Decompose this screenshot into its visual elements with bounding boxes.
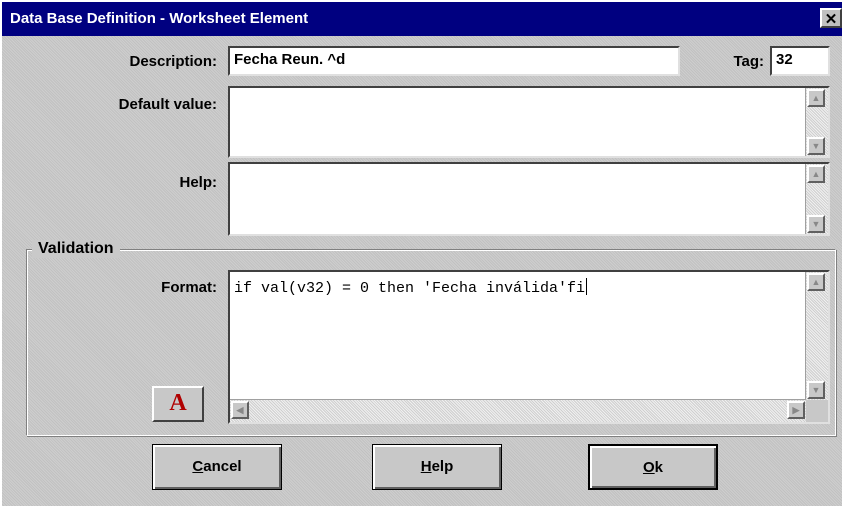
ok-mnemonic: O (642, 459, 655, 476)
description-input[interactable]: Fecha Reun. ^d (228, 46, 680, 76)
scroll-up-icon[interactable]: ▲ (807, 273, 825, 291)
scroll-down-icon[interactable]: ▼ (807, 137, 825, 155)
default-value-textarea[interactable]: ▲ ▼ (228, 86, 830, 158)
format-textarea[interactable]: if val(v32) = 0 then 'Fecha inválida'fi … (228, 270, 830, 424)
help-button[interactable]: Help (372, 444, 502, 490)
cancel-label-rest: ancel (203, 458, 242, 475)
ok-button[interactable]: Ok (588, 444, 718, 490)
cancel-mnemonic: C (192, 458, 204, 475)
scroll-up-icon[interactable]: ▲ (807, 89, 825, 107)
scroll-up-icon[interactable]: ▲ (807, 165, 825, 183)
scroll-down-icon[interactable]: ▼ (807, 381, 825, 399)
title-bar[interactable]: Data Base Definition - Worksheet Element… (2, 2, 842, 36)
scroll-down-icon[interactable]: ▼ (807, 215, 825, 233)
close-icon[interactable]: ✕ (820, 8, 842, 28)
cancel-button[interactable]: Cancel (152, 444, 282, 490)
help-label-rest: elp (431, 458, 454, 475)
window-title: Data Base Definition - Worksheet Element (10, 10, 309, 27)
font-button[interactable]: A (152, 386, 204, 422)
text-caret (586, 278, 588, 295)
format-label: Format: (161, 279, 217, 296)
help-textarea[interactable]: ▲ ▼ (228, 162, 830, 236)
default-value-scrollbar[interactable]: ▲ ▼ (805, 88, 828, 156)
tag-label: Tag: (733, 53, 764, 70)
help-scrollbar[interactable]: ▲ ▼ (805, 164, 828, 234)
ok-label-rest: k (654, 459, 663, 476)
format-horizontal-scrollbar[interactable]: ◀ ▶ (230, 399, 806, 422)
scroll-left-icon[interactable]: ◀ (231, 401, 249, 419)
format-text: if val(v32) = 0 then 'Fecha inválida'fi (234, 280, 586, 297)
help-label: Help: (179, 174, 218, 191)
scrollbar-corner (806, 400, 828, 422)
tag-input[interactable]: 32 (770, 46, 830, 76)
validation-group-title: Validation (32, 240, 120, 258)
default-value-label: Default value: (118, 96, 217, 113)
scroll-right-icon[interactable]: ▶ (787, 401, 805, 419)
format-vertical-scrollbar[interactable]: ▲ ▼ (805, 272, 828, 400)
dialog-window: Data Base Definition - Worksheet Element… (0, 0, 842, 506)
description-label: Description: (129, 53, 217, 70)
help-mnemonic: H (420, 458, 432, 475)
